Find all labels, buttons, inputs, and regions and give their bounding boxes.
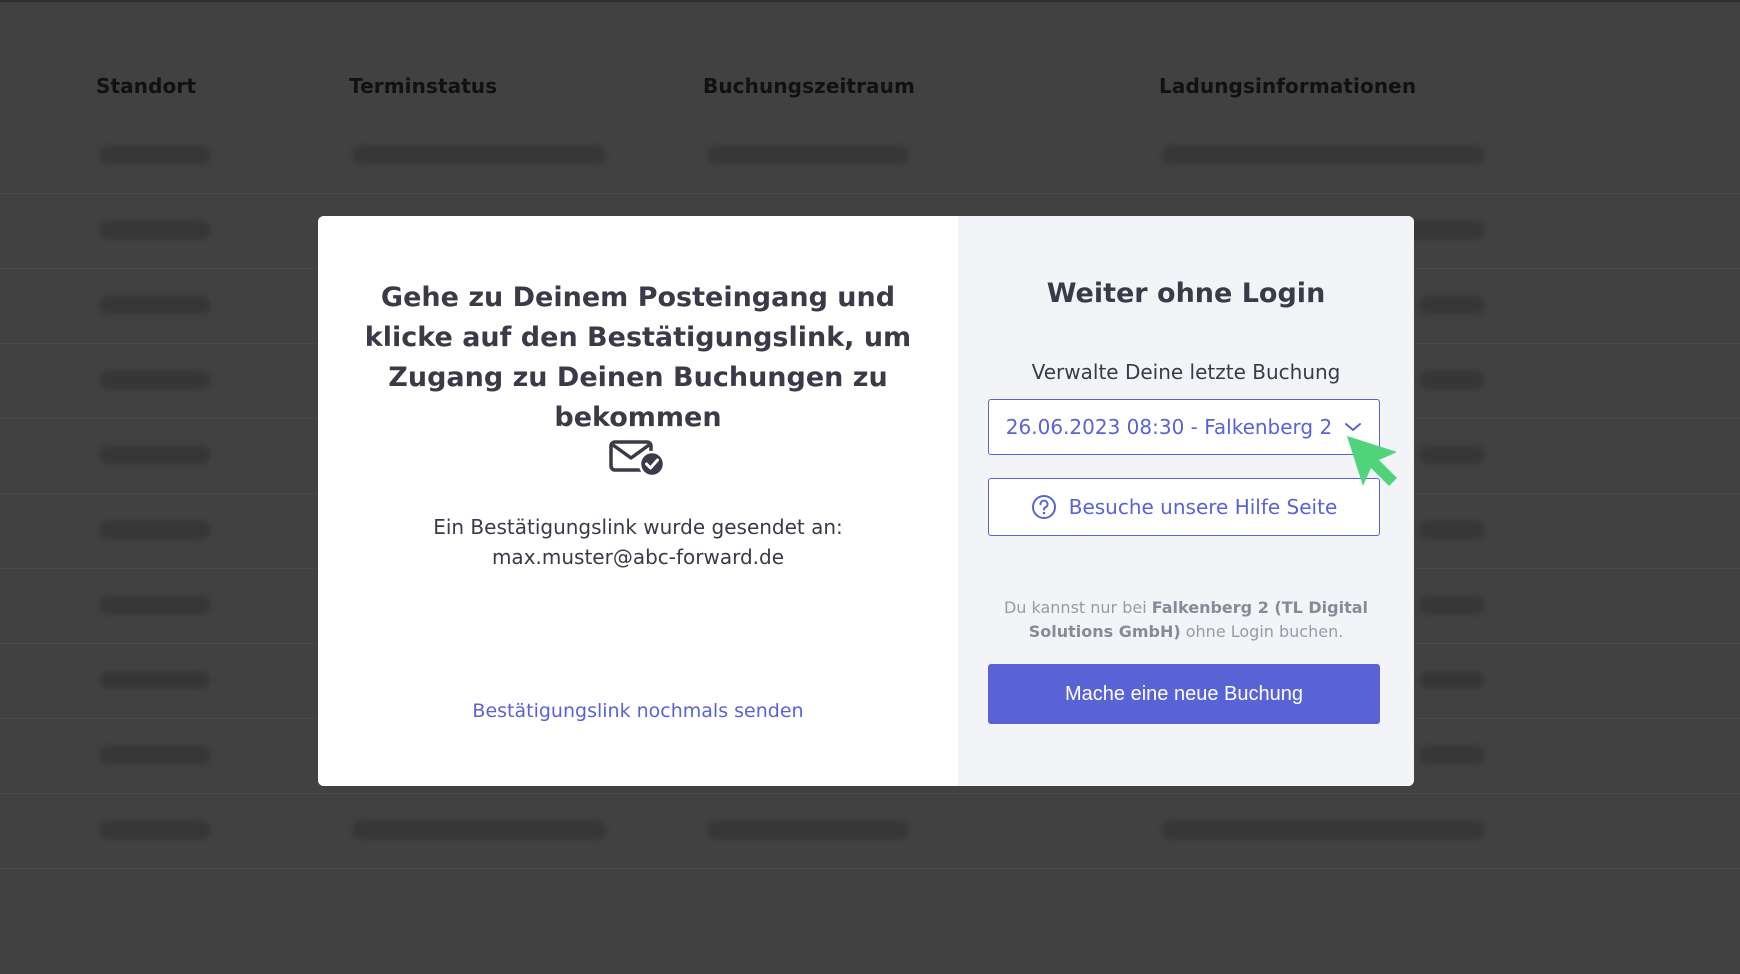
chevron-down-icon <box>1345 423 1362 431</box>
continue-without-login-heading: Weiter ohne Login <box>1046 278 1326 309</box>
help-button-label: Besuche unsere Hilfe Seite <box>1068 495 1338 519</box>
help-page-button[interactable]: Besuche unsere Hilfe Seite <box>988 478 1380 536</box>
modal-left-panel: Gehe zu Deinem Posteingang und klicke au… <box>318 216 958 786</box>
login-modal: Gehe zu Deinem Posteingang und klicke au… <box>318 216 1414 786</box>
booking-select-value: 26.06.2023 08:30 - Falkenberg 2 <box>1005 415 1333 439</box>
manage-booking-label: Verwalte Deine letzte Buchung <box>1031 360 1341 384</box>
column-header-standort: Standort <box>96 74 196 98</box>
confirmation-heading: Gehe zu Deinem Posteingang und klicke au… <box>364 282 912 433</box>
confirmation-sent-text: Ein Bestätigungslink wurde gesendet an: … <box>338 512 938 572</box>
note-prefix: Du kannst nur bei <box>1003 598 1152 617</box>
recipient-email: max.muster@abc-forward.de <box>491 545 785 569</box>
new-booking-button[interactable]: Mache eine neue Buchung <box>988 664 1380 724</box>
note-suffix: ohne Login buchen. <box>1180 622 1344 641</box>
login-note: Du kannst nur bei Falkenberg 2 (TL Digit… <box>998 596 1374 644</box>
table-row <box>0 793 1740 869</box>
column-header-terminstatus: Terminstatus <box>349 74 498 98</box>
mail-check-icon <box>609 440 666 478</box>
resend-confirmation-link[interactable]: Bestätigungslink nochmals senden <box>318 700 958 722</box>
sent-label: Ein Bestätigungslink wurde gesendet an: <box>433 515 843 539</box>
table-row <box>0 118 1740 194</box>
column-header-ladungsinformationen: Ladungsinformationen <box>1159 74 1417 98</box>
modal-right-panel: Weiter ohne Login Verwalte Deine letzte … <box>958 216 1414 786</box>
question-circle-icon <box>1031 495 1056 519</box>
last-booking-select[interactable]: 26.06.2023 08:30 - Falkenberg 2 <box>988 399 1380 455</box>
column-header-buchungszeitraum: Buchungszeitraum <box>703 74 915 98</box>
